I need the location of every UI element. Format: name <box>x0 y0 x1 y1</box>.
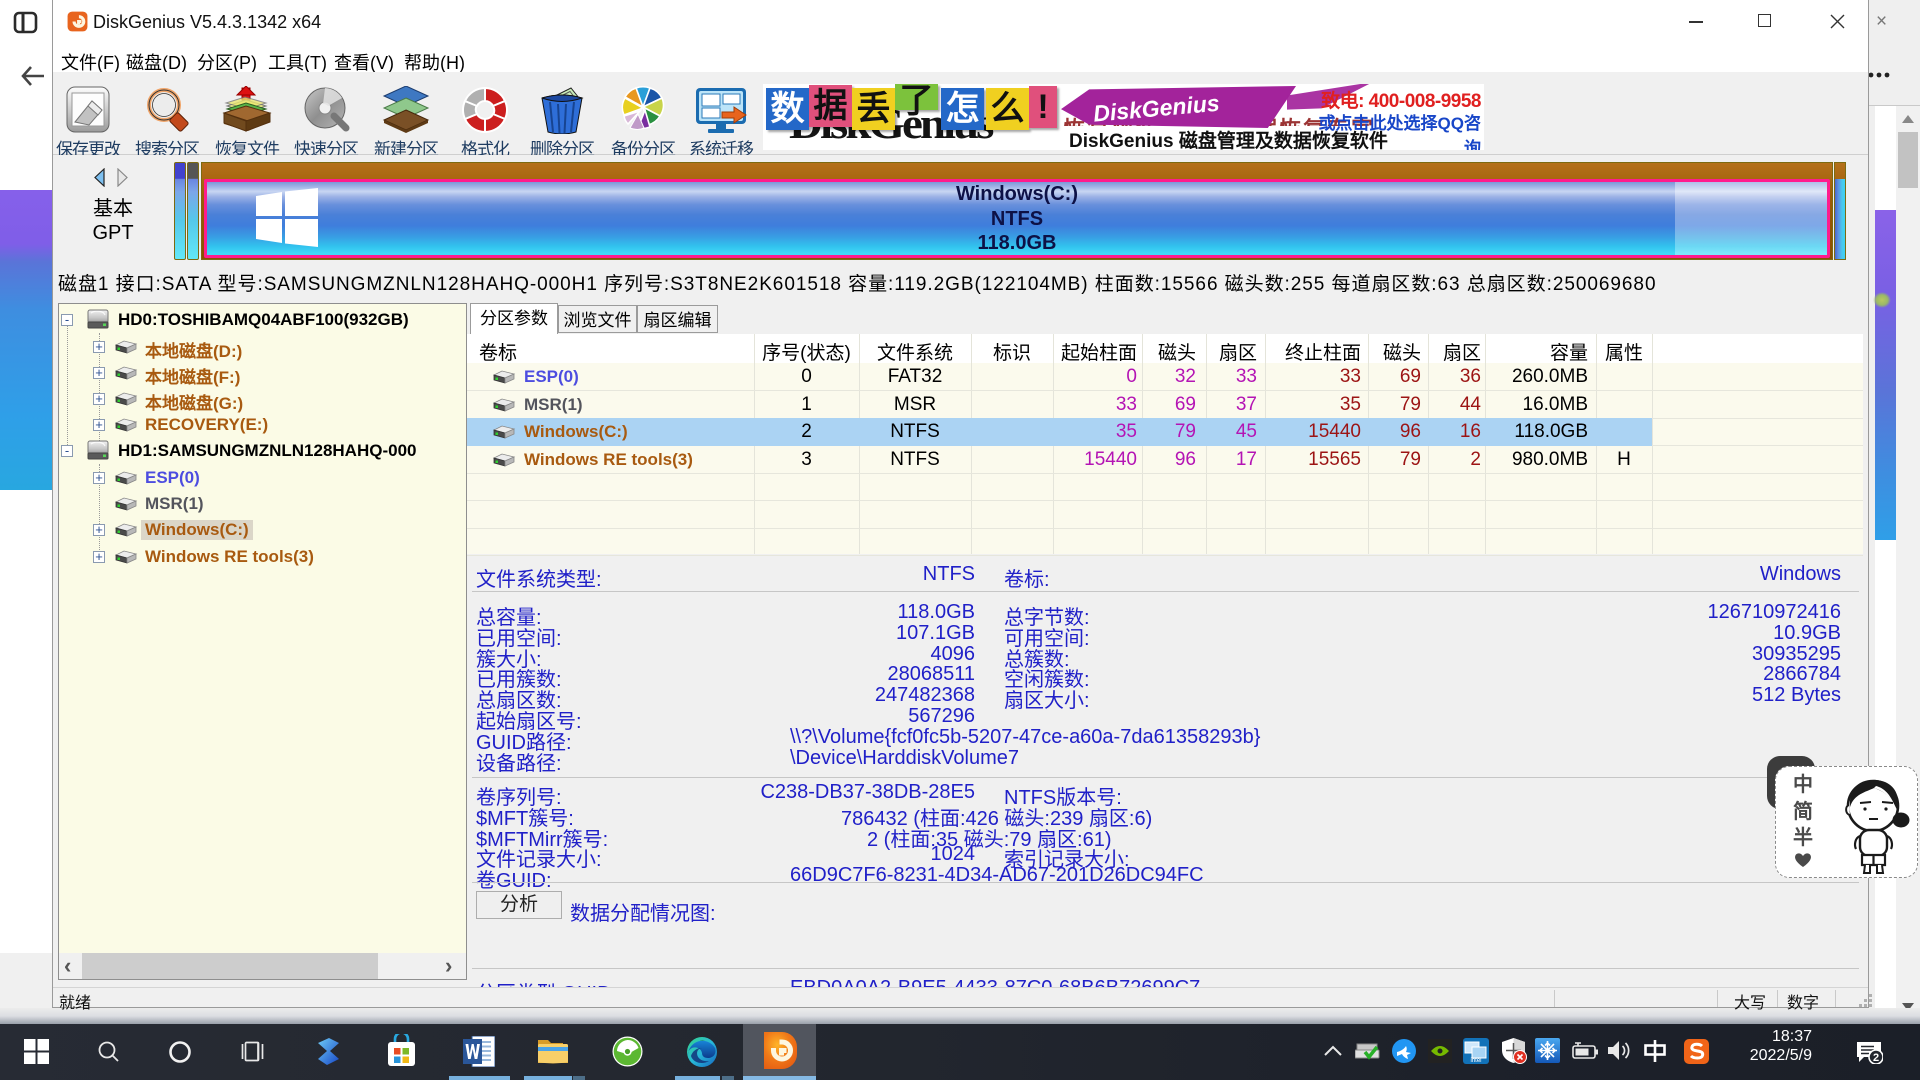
svg-text:intel: intel <box>1470 1058 1481 1064</box>
svg-text:2: 2 <box>1873 1052 1879 1064</box>
